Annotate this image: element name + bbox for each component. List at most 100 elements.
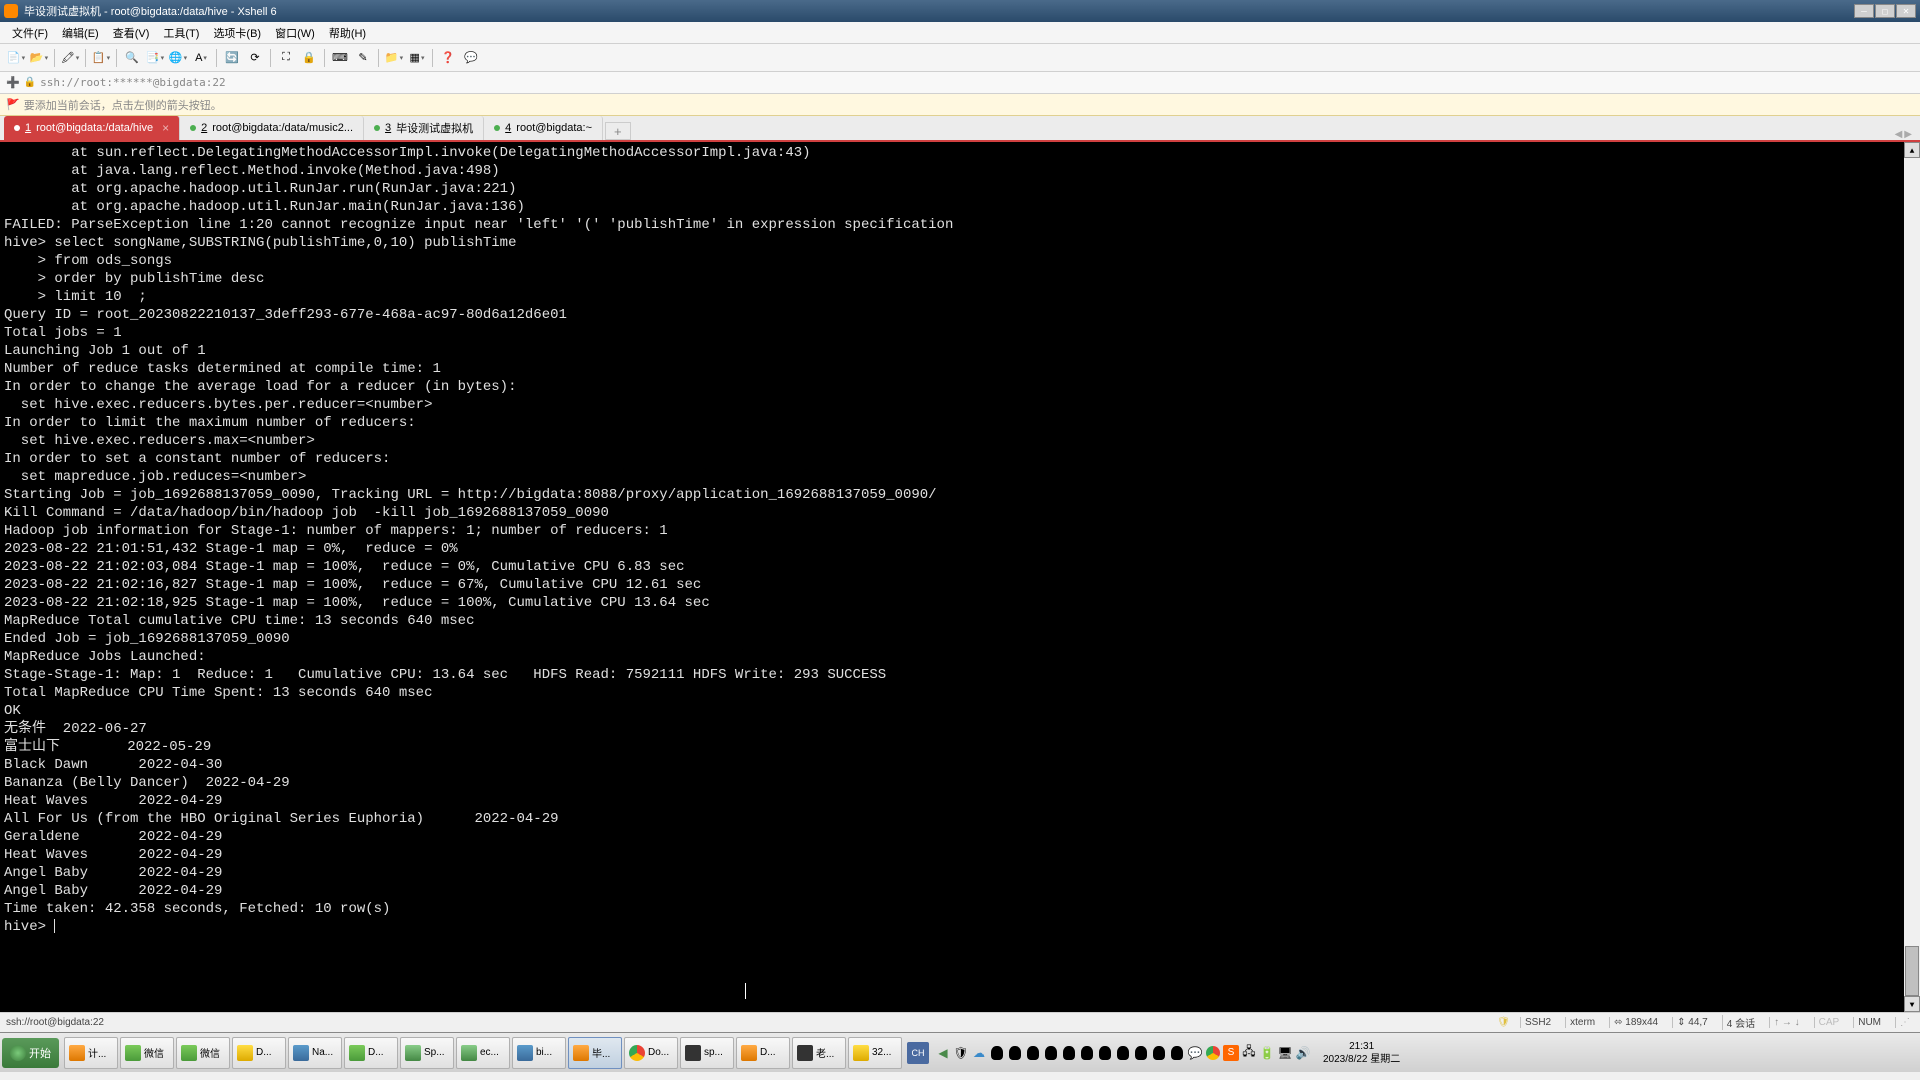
menu-file[interactable]: 文件(F) (6, 23, 54, 43)
terminal-line: > from ods_songs (4, 252, 1916, 270)
taskbar-app[interactable]: ec... (456, 1037, 510, 1069)
tray-qq-icon[interactable] (1043, 1045, 1059, 1061)
tab-num: 1 (25, 122, 31, 134)
paste-button[interactable]: 📑 (145, 48, 165, 68)
taskbar-app[interactable]: Sp... (400, 1037, 454, 1069)
tab-4[interactable]: 4 root@bigdata:~ (484, 116, 603, 140)
tray-expand-icon[interactable]: ◀ (935, 1045, 951, 1061)
tray-qq-icon[interactable] (1025, 1045, 1041, 1061)
terminal-line: Query ID = root_20230822210137_3deff293-… (4, 306, 1916, 324)
taskbar-app[interactable]: Do... (624, 1037, 678, 1069)
tray-volume-icon[interactable]: 🔊 (1295, 1045, 1311, 1061)
taskbar-app[interactable]: D... (344, 1037, 398, 1069)
tray-qq-icon[interactable] (1007, 1045, 1023, 1061)
lang-indicator[interactable]: CH (907, 1042, 929, 1064)
taskbar-app[interactable]: D... (232, 1037, 286, 1069)
font-button[interactable]: A (191, 48, 211, 68)
tray-wechat-icon[interactable]: 💬 (1187, 1045, 1203, 1061)
tray-qq-icon[interactable] (1133, 1045, 1149, 1061)
copy-button[interactable]: 📋 (91, 48, 111, 68)
tray-qq-icon[interactable] (1061, 1045, 1077, 1061)
statusbar: ssh://root@bigdata:22 🛡 SSH2 xterm ⬄ 189… (0, 1012, 1920, 1032)
app-icon (517, 1045, 533, 1061)
edit-button[interactable]: ✎ (353, 48, 373, 68)
tab-close-icon[interactable]: × (162, 121, 169, 135)
tray-qq-icon[interactable] (1115, 1045, 1131, 1061)
tray-qq-icon[interactable] (1079, 1045, 1095, 1061)
tray-chrome-icon[interactable] (1205, 1045, 1221, 1061)
taskbar-app[interactable]: 微信 (120, 1037, 174, 1069)
tray-qq-icon[interactable] (989, 1045, 1005, 1061)
tray-qq-icon[interactable] (1169, 1045, 1185, 1061)
open-session-button[interactable]: 📂 (29, 48, 49, 68)
clock-time: 21:31 (1323, 1040, 1400, 1053)
tray-monitor-icon[interactable]: 🖥 (1277, 1045, 1293, 1061)
folder-button[interactable]: 📁 (384, 48, 404, 68)
tab-3[interactable]: 3 毕设测试虚拟机 (364, 116, 484, 140)
taskbar-clock[interactable]: 21:31 2023/8/22 星期二 (1317, 1040, 1406, 1066)
taskbar-app[interactable]: D... (736, 1037, 790, 1069)
resize-grip-icon[interactable]: ⋰ (1895, 1017, 1914, 1028)
status-arrows[interactable]: ↑ → ↓ (1769, 1017, 1804, 1028)
new-session-button[interactable]: 📄 (6, 48, 26, 68)
tray-cloud-icon[interactable]: ☁ (971, 1045, 987, 1061)
tray-qq-icon[interactable] (1097, 1045, 1113, 1061)
layout-button[interactable]: ▦ (407, 48, 427, 68)
terminal-line: Angel Baby 2022-04-29 (4, 882, 1916, 900)
taskbar-app[interactable]: 32... (848, 1037, 902, 1069)
minimize-button[interactable]: ─ (1854, 4, 1874, 18)
close-button[interactable]: ✕ (1896, 4, 1916, 18)
sync-button[interactable]: ⟳ (245, 48, 265, 68)
help-button[interactable]: ❓ (438, 48, 458, 68)
tab-prev-icon[interactable]: ◀ (1895, 129, 1903, 140)
tray-battery-icon[interactable]: 🔋 (1259, 1045, 1275, 1061)
tab-label: root@bigdata:/data/hive (36, 122, 153, 134)
tab-add-button[interactable]: + (605, 122, 631, 140)
lock-scroll-button[interactable]: 🔒 (299, 48, 319, 68)
app-icon (125, 1045, 141, 1061)
taskbar-app[interactable]: 毕... (568, 1037, 622, 1069)
tab-2[interactable]: 2 root@bigdata:/data/music2... (180, 116, 364, 140)
menu-window[interactable]: 窗口(W) (269, 23, 321, 43)
tray-sogou-icon[interactable]: S (1223, 1045, 1239, 1061)
text-cursor-icon (745, 983, 746, 999)
refresh-button[interactable]: 🔄 (222, 48, 242, 68)
search-button[interactable]: 🔍 (122, 48, 142, 68)
terminal-line: All For Us (from the HBO Original Series… (4, 810, 1916, 828)
terminal[interactable]: at sun.reflect.DelegatingMethodAccessorI… (0, 142, 1920, 1012)
tray-shield-icon[interactable]: 🛡 (953, 1045, 969, 1061)
terminal-scrollbar[interactable]: ▲ ▼ (1904, 142, 1920, 1012)
tab-next-icon[interactable]: ▶ (1904, 129, 1912, 140)
menu-tools[interactable]: 工具(T) (157, 23, 205, 43)
scroll-thumb[interactable] (1905, 946, 1919, 996)
keyboard-button[interactable]: ⌨ (330, 48, 350, 68)
menu-help[interactable]: 帮助(H) (323, 23, 372, 43)
app-icon (293, 1045, 309, 1061)
scroll-down-icon[interactable]: ▼ (1904, 996, 1920, 1012)
terminal-line: FAILED: ParseException line 1:20 cannot … (4, 216, 1916, 234)
address-text[interactable]: ssh://root:******@bigdata:22 (40, 76, 225, 89)
taskbar-app[interactable]: 老... (792, 1037, 846, 1069)
globe-button[interactable]: 🌐 (168, 48, 188, 68)
terminal-line: Geraldene 2022-04-29 (4, 828, 1916, 846)
tab-1[interactable]: 1 root@bigdata:/data/hive × (4, 116, 180, 140)
taskbar-app[interactable]: bi... (512, 1037, 566, 1069)
menu-edit[interactable]: 编辑(E) (56, 23, 105, 43)
app-label: 计... (88, 1045, 106, 1060)
fullscreen-button[interactable]: ⛶ (276, 48, 296, 68)
taskbar-app[interactable]: 微信 (176, 1037, 230, 1069)
tray-network-icon[interactable]: 🖧 (1241, 1045, 1257, 1061)
tab-num: 3 (385, 122, 391, 134)
highlight-button[interactable]: 🖍 (60, 48, 80, 68)
add-arrow-icon[interactable]: ➕ (6, 76, 20, 89)
taskbar-app[interactable]: Na... (288, 1037, 342, 1069)
menu-tabs[interactable]: 选项卡(B) (207, 23, 267, 43)
maximize-button[interactable]: ◻ (1875, 4, 1895, 18)
feedback-button[interactable]: 💬 (461, 48, 481, 68)
tray-qq-icon[interactable] (1151, 1045, 1167, 1061)
start-button[interactable]: 开始 (2, 1038, 59, 1068)
taskbar-app[interactable]: sp... (680, 1037, 734, 1069)
taskbar-app[interactable]: 计... (64, 1037, 118, 1069)
scroll-up-icon[interactable]: ▲ (1904, 142, 1920, 158)
menu-view[interactable]: 查看(V) (107, 23, 156, 43)
